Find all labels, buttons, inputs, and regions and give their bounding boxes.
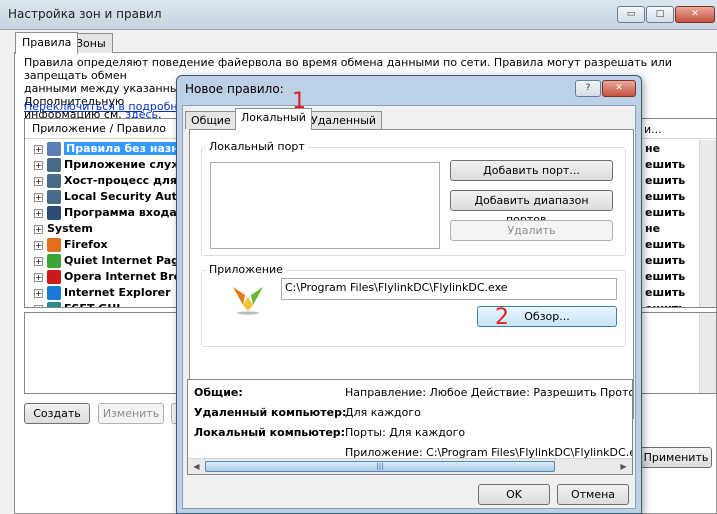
expand-icon[interactable]: + <box>34 257 43 266</box>
logon-icon <box>47 206 61 220</box>
expand-icon[interactable]: + <box>34 177 43 186</box>
tab-general[interactable]: Общие <box>185 111 237 129</box>
expand-icon[interactable]: + <box>34 145 43 154</box>
list-item-action: не <box>645 142 661 155</box>
tab-rules[interactable]: Правила <box>15 32 79 54</box>
cancel-button[interactable]: Отмена <box>557 484 629 505</box>
outer-title-bar: Настройка зон и правил ▭ □ ✕ <box>0 0 717 30</box>
list-item-action: ешить <box>645 206 686 219</box>
local-port-list[interactable] <box>210 162 440 249</box>
list-item-label: Хост-процесс для с <box>64 174 188 187</box>
opera-icon <box>47 270 61 284</box>
service-icon <box>47 158 61 172</box>
list-item-label: Программа входа в <box>64 206 188 219</box>
minimize-button[interactable]: ▭ <box>617 6 645 23</box>
summary-value: Для каждого <box>345 406 421 419</box>
help-button[interactable]: ? <box>575 80 601 97</box>
list-item-label: Quiet Internet Page <box>64 254 187 267</box>
application-label: Приложение <box>206 263 286 276</box>
list-item-label: ESET GUI <box>64 302 120 307</box>
edit-button[interactable]: Изменить <box>98 403 164 424</box>
outer-window-title: Настройка зон и правил <box>8 7 162 21</box>
summary-horizontal-scrollbar[interactable]: ||| ▶ ◀ <box>188 458 632 474</box>
maximize-button[interactable]: □ <box>646 6 674 23</box>
list-item-label: Opera Internet Brow <box>64 270 192 283</box>
expand-icon[interactable]: + <box>34 225 43 234</box>
list-item-action: ешить <box>645 286 686 299</box>
tab-remote[interactable]: Удаленный <box>305 111 383 129</box>
summary-key: Общие: <box>194 386 243 399</box>
summary-key: Локальный компьютер: <box>194 426 346 439</box>
summary-value: Порты: Для каждого <box>345 426 466 439</box>
security-icon <box>47 190 61 204</box>
annotation-number-2: 2 <box>495 305 509 330</box>
list-item-label: System <box>47 222 93 235</box>
host-process-icon <box>47 174 61 188</box>
summary-value: Направление: Любое Действие: Разрешить П… <box>345 386 633 399</box>
tab-local[interactable]: Локальный <box>235 108 312 130</box>
rules-icon <box>47 142 61 156</box>
list-item-action: ешить <box>645 254 686 267</box>
expand-icon[interactable]: + <box>34 193 43 202</box>
rule-summary: Общие: Направление: Любое Действие: Разре… <box>187 379 633 475</box>
list-item-action: ешить <box>645 158 686 171</box>
expand-icon[interactable]: + <box>34 241 43 250</box>
expand-icon[interactable]: + <box>34 305 43 307</box>
apply-button[interactable]: Применить <box>640 447 712 468</box>
list-vertical-scrollbar[interactable] <box>699 140 716 307</box>
scroll-left-arrow[interactable]: ◀ <box>189 460 204 473</box>
list-item-label: Firefox <box>64 238 108 251</box>
summary-key: Удаленный компьютер: <box>194 406 347 419</box>
expand-icon[interactable]: + <box>34 209 43 218</box>
ok-button[interactable]: OK <box>478 484 550 505</box>
list-item-action: ешить <box>645 190 686 203</box>
eset-icon <box>47 302 61 307</box>
remove-port-button[interactable]: Удалить <box>450 220 613 241</box>
add-port-button[interactable]: Добавить порт... <box>450 160 613 181</box>
expand-icon[interactable]: + <box>34 289 43 298</box>
details-scrollbar[interactable] <box>699 313 716 393</box>
list-item-label: Local Security Autho <box>64 190 193 203</box>
list-item-action: ешить <box>645 302 685 307</box>
create-button[interactable]: Создать <box>24 403 90 424</box>
list-item-action: ешить <box>645 238 686 251</box>
ie-icon <box>47 286 61 300</box>
list-item-label: Internet Explorer <box>64 286 171 299</box>
list-item-action: ешить <box>645 174 686 187</box>
list-item-action: ешить <box>645 270 686 283</box>
switch-detailed-link[interactable]: Переключиться в подробный <box>24 100 193 113</box>
firefox-icon <box>47 238 61 252</box>
column-header-action[interactable]: и... <box>644 123 662 136</box>
list-item-action: не <box>645 222 661 235</box>
add-port-range-button[interactable]: Добавить диапазон портов... <box>450 190 613 226</box>
flylinkdc-icon <box>233 287 263 315</box>
scroll-right-arrow[interactable]: ▶ <box>616 460 631 473</box>
list-item-label: Приложение служб <box>64 158 190 171</box>
close-button[interactable]: ✕ <box>675 6 715 23</box>
expand-icon[interactable]: + <box>34 161 43 170</box>
new-rule-dialog: Новое правило: ? ✕ Локальный порт Добави… <box>176 75 642 514</box>
local-port-label: Локальный порт <box>206 140 308 153</box>
application-path-input[interactable]: C:\Program Files\FlylinkDC\FlylinkDC.exe <box>281 278 617 300</box>
expand-icon[interactable]: + <box>34 273 43 282</box>
qip-icon <box>47 254 61 268</box>
dialog-close-button[interactable]: ✕ <box>602 80 636 97</box>
scroll-thumb[interactable]: ||| <box>205 461 555 472</box>
local-tab-panel: Локальный порт Добавить порт... Добавить… <box>189 129 634 419</box>
dialog-title: Новое правило: <box>185 82 284 96</box>
